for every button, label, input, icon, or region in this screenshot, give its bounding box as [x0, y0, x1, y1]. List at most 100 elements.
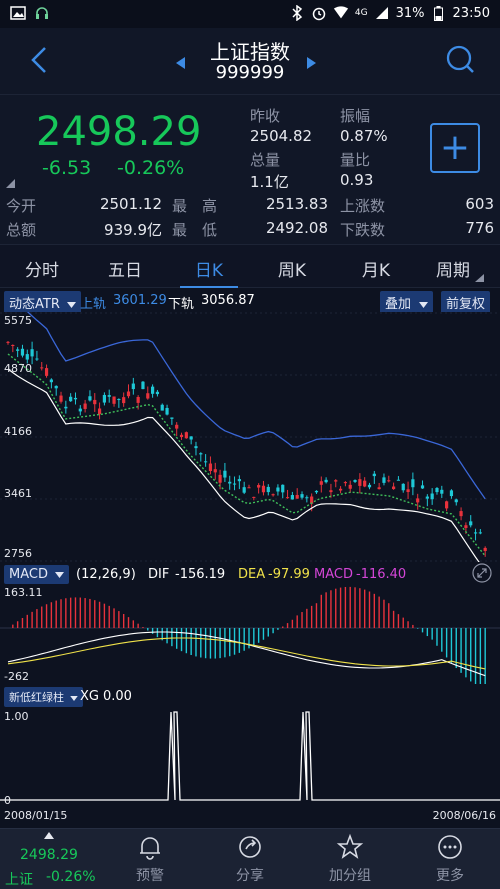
nav-share[interactable]: 分享 — [210, 833, 290, 885]
overlay-button[interactable]: 叠加 — [380, 291, 434, 314]
kline-candle — [252, 496, 256, 498]
chevron-down-icon — [69, 696, 78, 701]
open-value: 2501.12 — [99, 195, 162, 213]
header: 上证指数 999999 — [0, 28, 500, 94]
macd-chart[interactable]: 163.11 -262 — [0, 586, 500, 684]
kline-candle — [208, 463, 213, 472]
back-icon[interactable] — [22, 42, 58, 78]
kline-candle — [112, 396, 116, 404]
kline-candle — [179, 434, 184, 438]
kline-candle — [237, 479, 241, 482]
kline-candle — [107, 395, 111, 397]
kline-candle — [232, 483, 237, 485]
search-icon[interactable] — [442, 42, 478, 78]
kline-candle — [204, 461, 208, 463]
tab-daily-k[interactable]: 日K — [174, 256, 244, 281]
lower-band-value: 3056.87 — [201, 293, 255, 308]
kline-candle — [411, 479, 415, 488]
kline-indicator-select[interactable]: 动态ATR — [4, 291, 81, 314]
add-watchlist-button[interactable]: + — [430, 123, 480, 173]
adjust-button[interactable]: 前复权 — [441, 291, 491, 314]
upper-band-value: 3601.29 — [113, 293, 167, 308]
kline-candle — [194, 446, 198, 449]
nav-more[interactable]: 更多 — [410, 833, 490, 885]
kline-candle — [175, 424, 179, 429]
dea-label: DEA — [238, 567, 266, 582]
amount-value: 939.9亿 — [104, 221, 162, 239]
period-tabs: 分时 五日 日K 周K 月K 周期 — [0, 244, 500, 288]
kline-indicator-bar: 动态ATR 上轨 3601.29 下轨 3056.87 叠加 前复权 — [0, 288, 500, 314]
kline-candle — [440, 489, 444, 494]
kline-candle — [401, 483, 405, 491]
kline-candle — [151, 386, 155, 394]
kline-chart[interactable]: 5575 4870 4166 3461 2756 — [0, 312, 500, 562]
kline-candle — [382, 477, 386, 483]
kline-candle — [334, 480, 338, 482]
kline-candle — [372, 473, 376, 477]
down-count-value: 776 — [465, 219, 494, 237]
dea-value: -97.99 — [268, 567, 310, 582]
period-dropdown-icon[interactable] — [475, 267, 484, 286]
kline-candle — [218, 474, 222, 483]
amplitude-value: 0.87% — [340, 127, 388, 145]
tab-monthly-k[interactable]: 月K — [341, 256, 411, 281]
status-bar: 4G 31% 23:50 — [0, 0, 500, 28]
kline-candle — [459, 511, 463, 517]
nav-more-label: 更多 — [436, 868, 464, 884]
nav-add-group[interactable]: 加分组 — [310, 833, 390, 885]
kline-candle — [343, 482, 347, 484]
start-date: 2008/01/15 — [4, 809, 68, 822]
battery-percent: 31% — [395, 5, 425, 21]
volume-ratio-label: 量比 — [340, 151, 371, 169]
xg-label: XG — [80, 689, 99, 704]
kline-candle — [363, 480, 367, 487]
volume-ratio-value: 0.93 — [340, 171, 374, 189]
kline-candle — [49, 379, 53, 383]
kline-candle — [228, 481, 232, 484]
headset-icon — [34, 5, 50, 21]
index-name: 上证 — [5, 872, 33, 888]
volume-value: 1.1亿 — [250, 173, 289, 191]
tab-intraday[interactable]: 分时 — [7, 256, 77, 281]
kline-candle — [30, 349, 34, 357]
kline-candle — [35, 358, 39, 360]
chevron-down-icon — [67, 302, 76, 308]
kline-candle — [131, 383, 135, 390]
signal-icon — [374, 5, 390, 21]
xg-indicator-select[interactable]: 新低红绿柱 — [4, 687, 83, 707]
index-ticker[interactable]: 2498.29 上证 -0.26% — [0, 829, 100, 889]
next-stock-icon[interactable] — [306, 54, 316, 73]
kline-candle — [69, 396, 73, 402]
macd-params: (12,26,9) — [76, 567, 136, 582]
fullscreen-icon[interactable] — [472, 563, 492, 587]
kline-candle — [141, 381, 145, 390]
kline-candle — [353, 480, 357, 482]
nav-share-label: 分享 — [236, 868, 264, 884]
nav-alert[interactable]: 预警 — [110, 833, 190, 885]
nav-alert-label: 预警 — [136, 868, 164, 884]
kline-y-tick-4: 3461 — [4, 487, 32, 500]
upper-band-label: 上轨 — [80, 297, 107, 312]
stock-code: 999999 — [215, 62, 285, 83]
kline-candle — [425, 496, 429, 499]
more-icon — [438, 835, 462, 859]
kline-candle — [223, 470, 227, 478]
kline-y-tick-2: 4870 — [4, 362, 32, 375]
tab-weekly-k[interactable]: 周K — [257, 256, 327, 281]
amplitude-label: 振幅 — [340, 107, 371, 125]
open-label: 今开 — [6, 197, 37, 215]
bottom-nav: 2498.29 上证 -0.26% 预警 分享 加分组 更多 — [0, 828, 500, 889]
kline-candle — [473, 532, 478, 534]
low-value: 2492.08 — [265, 219, 328, 237]
kline-candle — [83, 403, 87, 409]
bluetooth-icon — [289, 5, 305, 21]
nav-add-group-label: 加分组 — [329, 868, 371, 884]
dif-label: DIF — [148, 567, 170, 582]
tab-five-day[interactable]: 五日 — [90, 256, 160, 281]
macd-indicator-select[interactable]: MACD — [4, 565, 70, 584]
xg-chart[interactable]: 1.00 0 — [0, 708, 500, 806]
kline-candle — [155, 391, 160, 395]
lower-band-label: 下轨 — [168, 297, 195, 312]
kline-candle — [396, 479, 401, 481]
kline-candle — [257, 485, 261, 488]
